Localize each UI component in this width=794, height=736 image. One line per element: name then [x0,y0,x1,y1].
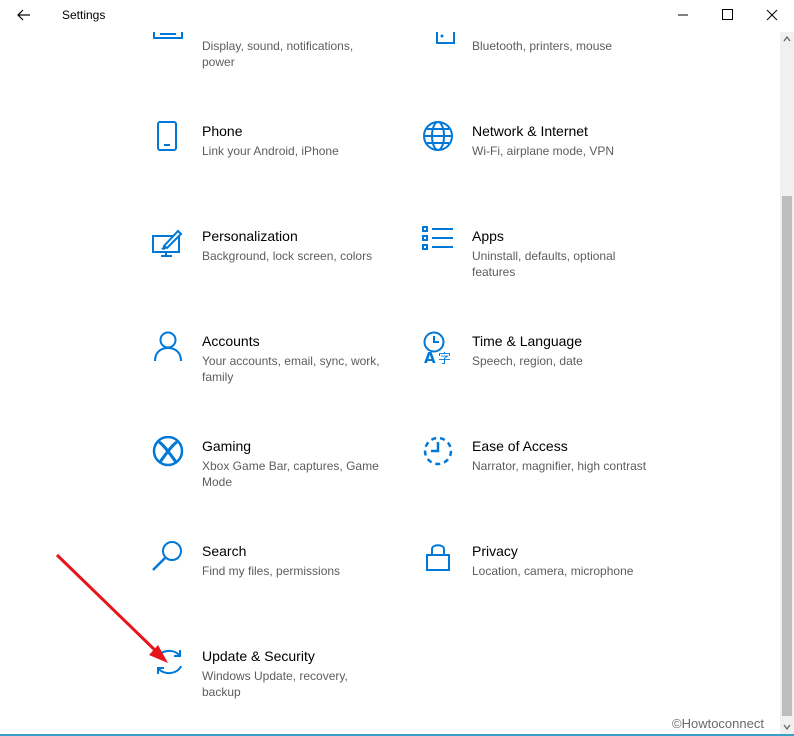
person-icon [154,331,182,362]
apps-list-icon [422,226,453,250]
lock-icon [426,544,450,571]
tile-gaming-desc: Xbox Game Bar, captures, Game Mode [202,459,379,489]
tile-time-language[interactable]: A 字 Time & Language Speech, region, date [422,331,672,411]
tile-time-language-desc: Speech, region, date [472,354,583,368]
tile-privacy-name: Privacy [472,543,518,559]
tile-update-security-name: Update & Security [202,648,315,664]
window-title: Settings [62,8,106,22]
settings-home-grid: Display, sound, notifications, power Blu… [0,0,780,736]
scroll-down-arrow-icon[interactable] [780,720,794,734]
minimize-button[interactable] [660,0,706,30]
tile-search-desc: Find my files, permissions [202,564,341,578]
globe-icon [423,121,453,151]
maximize-icon [722,9,733,20]
tile-apps[interactable]: Apps Uninstall, defaults, optional featu… [422,226,672,306]
paint-brush-icon [152,229,183,257]
tile-phone-desc: Link your Android, iPhone [202,144,339,158]
maximize-button[interactable] [704,0,750,30]
arrow-left-icon [17,9,30,21]
tile-accounts[interactable]: Accounts Your accounts, email, sync, wor… [152,331,402,411]
watermark: ©Howtoconnect [672,716,764,731]
tile-personalization[interactable]: Personalization Background, lock screen,… [152,226,402,306]
vertical-scrollbar[interactable] [780,32,794,736]
tile-apps-name: Apps [472,228,504,244]
tile-phone-name: Phone [202,123,243,139]
svg-text:A: A [424,349,436,367]
tile-update-security-desc: Windows Update, recovery, backup [202,669,348,699]
clock-language-icon: A 字 [423,331,451,367]
tile-search-name: Search [202,543,247,559]
tile-update-security[interactable]: Update & Security Windows Update, recove… [152,646,402,726]
tile-ease-of-access[interactable]: Ease of Access Narrator, magnifier, high… [422,436,672,516]
scroll-up-arrow-icon[interactable] [780,32,794,46]
tile-system-desc: Display, sound, notifications, power [202,39,354,69]
tile-accounts-name: Accounts [202,333,260,349]
tile-gaming-name: Gaming [202,438,252,454]
svg-text:字: 字 [438,352,451,367]
tile-apps-desc: Uninstall, defaults, optional features [472,249,616,279]
tile-ease-of-access-desc: Narrator, magnifier, high contrast [472,459,647,473]
sync-arrows-icon [156,650,182,674]
tile-privacy[interactable]: Privacy Location, camera, microphone [422,541,672,621]
xbox-icon [152,436,184,467]
tile-personalization-desc: Background, lock screen, colors [202,249,373,263]
scrollbar-thumb[interactable] [782,196,792,716]
tile-personalization-name: Personalization [202,228,298,244]
tile-network-desc: Wi-Fi, airplane mode, VPN [472,144,615,158]
tile-devices-desc: Bluetooth, printers, mouse [472,39,613,53]
tile-phone[interactable]: Phone Link your Android, iPhone [152,121,402,201]
tile-gaming[interactable]: Gaming Xbox Game Bar, captures, Game Mod… [152,436,402,516]
ease-of-access-icon [423,436,453,466]
tile-network-name: Network & Internet [472,123,588,139]
tile-accounts-desc: Your accounts, email, sync, work, family [202,354,380,384]
close-icon [766,9,778,21]
tile-ease-of-access-name: Ease of Access [472,438,568,454]
close-button[interactable] [749,0,794,30]
search-icon [152,541,182,571]
tile-privacy-desc: Location, camera, microphone [472,564,634,578]
tile-network[interactable]: Network & Internet Wi-Fi, airplane mode,… [422,121,672,201]
tile-time-language-name: Time & Language [472,333,582,349]
phone-icon [157,121,177,151]
back-button[interactable] [10,4,38,28]
title-bar: Settings [0,0,794,32]
tile-search[interactable]: Search Find my files, permissions [152,541,402,621]
